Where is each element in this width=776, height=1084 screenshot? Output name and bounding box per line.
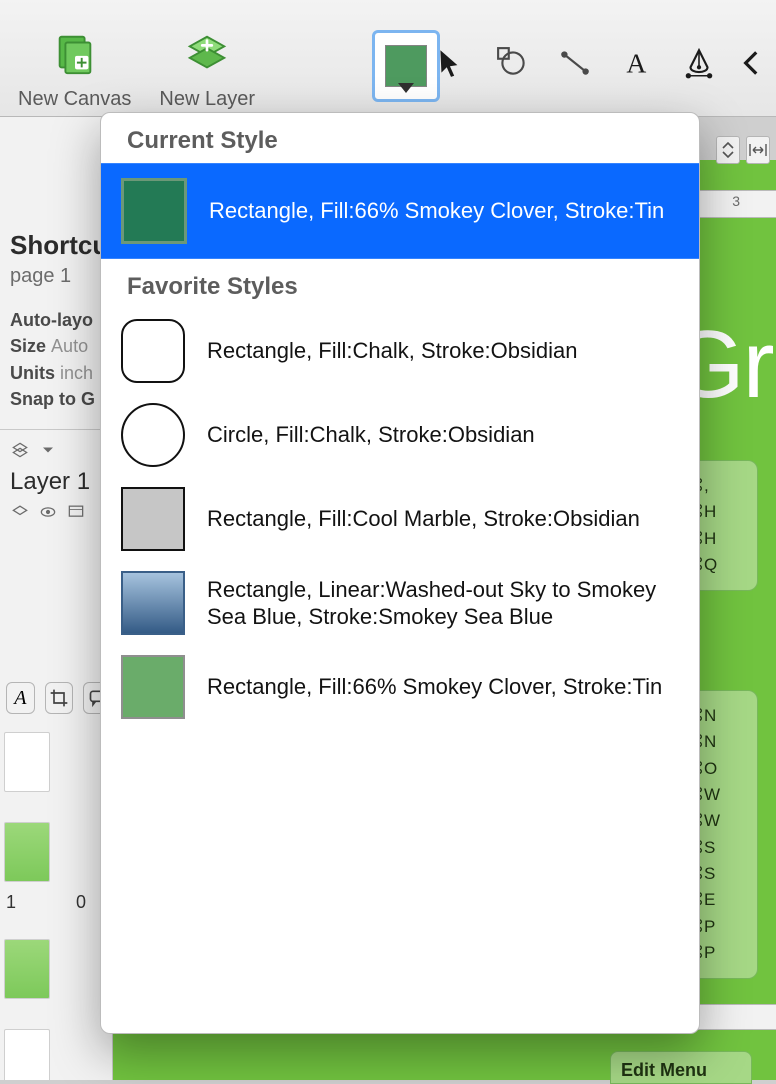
edit-menu-shape[interactable]: Edit Menu	[610, 1051, 752, 1084]
layers-icon	[10, 502, 30, 522]
layers-switcher[interactable]	[10, 440, 112, 460]
text-tool[interactable]: A	[610, 36, 664, 90]
ruler-tick: 3	[732, 193, 740, 209]
line-tool[interactable]	[548, 36, 602, 90]
style-swatch-current	[121, 178, 187, 244]
crop-tool[interactable]	[45, 682, 74, 714]
thumb-index: 0	[76, 892, 86, 913]
popover-current-style-heading: Current Style	[101, 113, 699, 163]
pen-tool[interactable]	[672, 36, 726, 90]
popover-favorite-styles-heading: Favorite Styles	[101, 259, 699, 309]
sidebar-page-label: page 1	[10, 265, 112, 288]
favorite-style-label: Circle, Fill:Chalk, Stroke:Obsidian	[207, 421, 681, 449]
page-thumb[interactable]	[4, 732, 50, 792]
current-style-label: Rectangle, Fill:66% Smokey Clover, Strok…	[209, 197, 664, 226]
style-swatch	[121, 571, 185, 635]
chevron-down-icon	[38, 440, 58, 460]
sidebar-canvas-title[interactable]: Shortcu	[10, 230, 112, 261]
eye-icon[interactable]	[38, 502, 58, 522]
outline-icon[interactable]	[66, 502, 86, 522]
stepper-control[interactable]	[716, 136, 740, 164]
style-swatch	[121, 655, 185, 719]
node-tool[interactable]	[486, 36, 540, 90]
sidebar: Shortcu page 1 Auto-layo Size Auto Units…	[0, 116, 113, 1080]
sidebar-meta-snap: Snap to G	[10, 387, 112, 411]
sidebar-meta-size: Size Auto	[10, 334, 112, 358]
style-swatch	[121, 403, 185, 467]
favorite-style-row[interactable]: Rectangle, Fill:Chalk, Stroke:Obsidian	[101, 309, 699, 393]
page-thumb[interactable]	[4, 822, 50, 882]
current-style-tool[interactable]	[372, 30, 440, 102]
sidebar-meta-autolayout: Auto-layo	[10, 308, 112, 332]
favorite-style-list: Rectangle, Fill:Chalk, Stroke:Obsidian C…	[101, 309, 699, 729]
style-picker-popover: Current Style Rectangle, Fill:66% Smokey…	[100, 112, 700, 1034]
current-style-row[interactable]: Rectangle, Fill:66% Smokey Clover, Strok…	[101, 163, 699, 259]
favorite-style-row[interactable]: Rectangle, Fill:66% Smokey Clover, Strok…	[101, 645, 699, 729]
favorite-style-row[interactable]: Rectangle, Fill:Cool Marble, Stroke:Obsi…	[101, 477, 699, 561]
favorite-style-label: Rectangle, Linear:Washed-out Sky to Smok…	[207, 576, 681, 631]
style-swatch	[121, 487, 185, 551]
layer-row-icons	[10, 502, 112, 522]
page-thumb[interactable]	[4, 939, 50, 999]
favorite-style-row[interactable]: Circle, Fill:Chalk, Stroke:Obsidian	[101, 393, 699, 477]
overflow-tools[interactable]	[734, 36, 770, 90]
new-canvas-button[interactable]: New Canvas	[18, 30, 131, 111]
chevron-down-icon	[398, 83, 414, 93]
page-thumb[interactable]	[4, 1029, 50, 1080]
layer-row[interactable]: Layer 1	[10, 468, 112, 496]
style-swatch	[121, 319, 185, 383]
favorite-style-label: Rectangle, Fill:Cool Marble, Stroke:Obsi…	[207, 505, 681, 533]
svg-text:A: A	[626, 48, 646, 79]
new-layer-icon	[183, 30, 231, 78]
thumb-index: 1	[6, 892, 16, 913]
mini-controls	[716, 136, 770, 164]
current-style-chip	[385, 45, 427, 87]
new-canvas-icon	[51, 30, 99, 78]
sidebar-meta-units: Units inch	[10, 361, 112, 385]
new-canvas-label: New Canvas	[18, 88, 131, 111]
favorite-style-row[interactable]: Rectangle, Linear:Washed-out Sky to Smok…	[101, 561, 699, 645]
favorite-style-label: Rectangle, Fill:66% Smokey Clover, Strok…	[207, 673, 681, 701]
new-layer-label: New Layer	[159, 88, 255, 111]
new-layer-button[interactable]: New Layer	[159, 30, 255, 111]
fit-width-control[interactable]	[746, 136, 770, 164]
favorite-style-label: Rectangle, Fill:Chalk, Stroke:Obsidian	[207, 337, 681, 365]
text-style-tool[interactable]: A	[6, 682, 35, 714]
